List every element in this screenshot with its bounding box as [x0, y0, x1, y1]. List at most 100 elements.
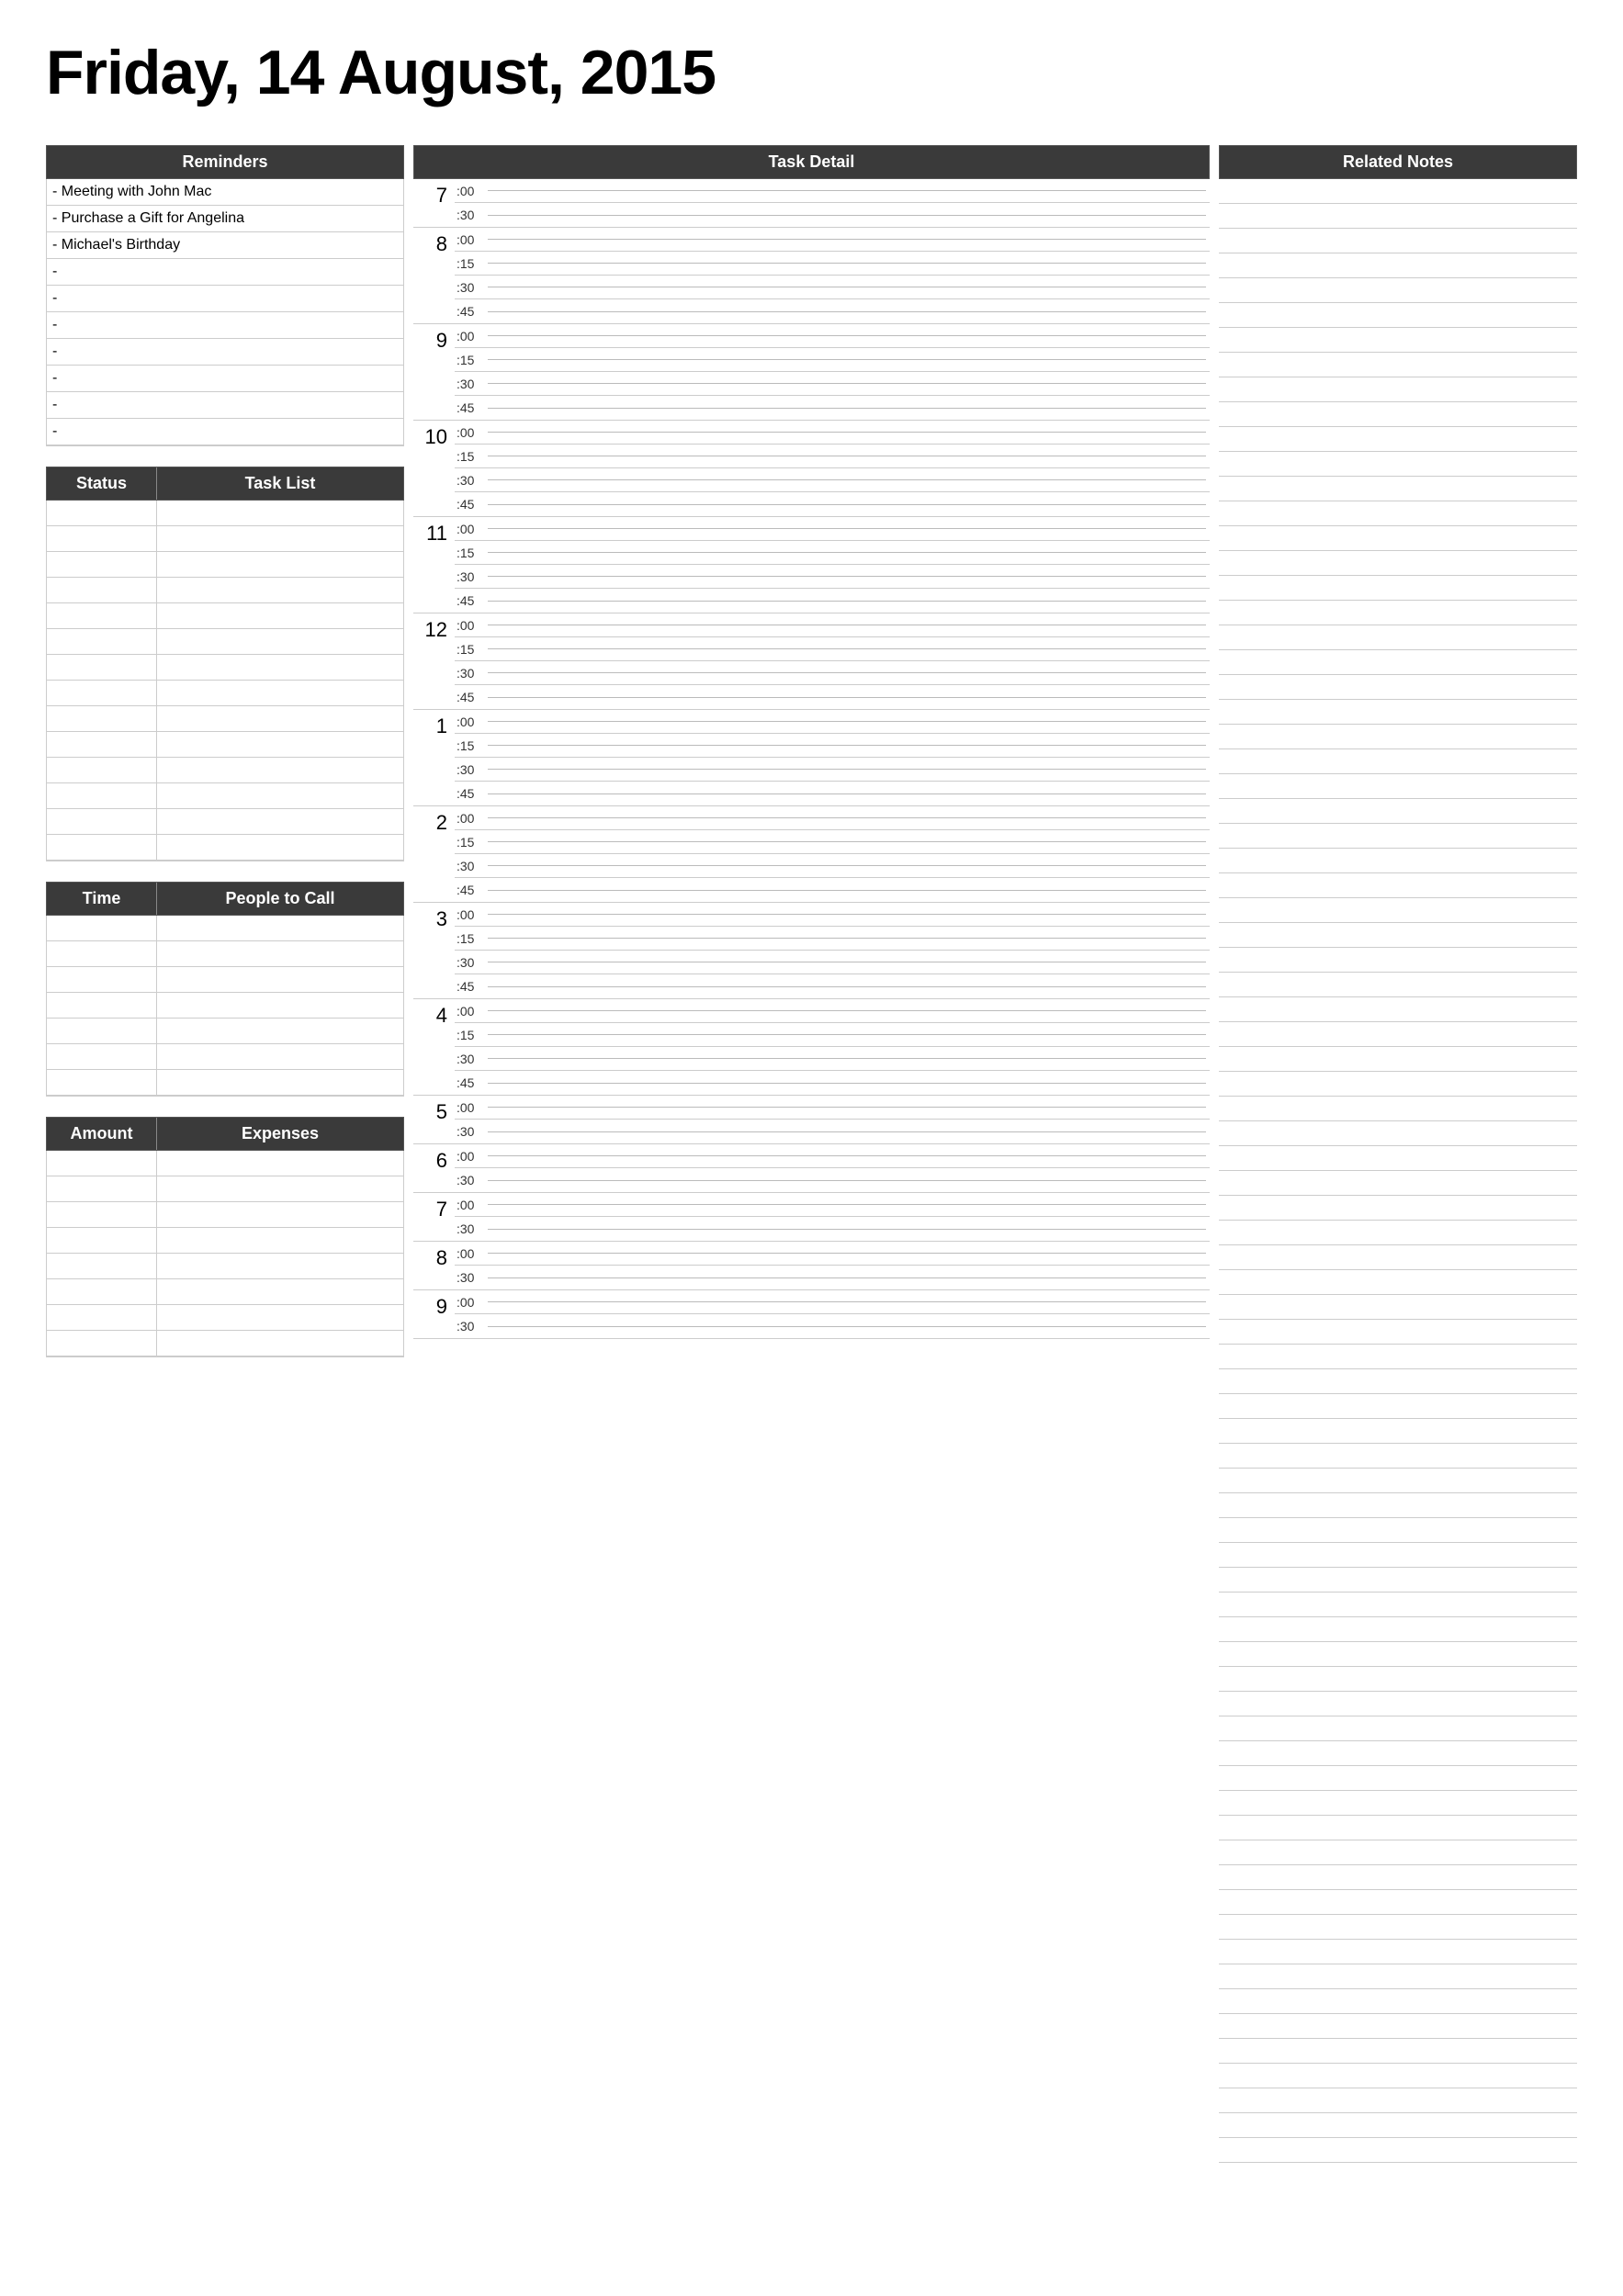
hour-label: 1	[413, 710, 455, 805]
minute-label: :00	[455, 1246, 488, 1261]
tasklist-row	[47, 603, 403, 629]
expense-row	[47, 1254, 403, 1279]
minute-label: :30	[455, 859, 488, 873]
call-rows	[46, 916, 404, 1097]
time-slot-row: :00	[455, 1144, 1210, 1168]
time-slot-row: :00	[455, 421, 1210, 445]
detail-line	[488, 311, 1206, 312]
hour-label: 8	[413, 1242, 455, 1289]
hour-label: 6	[413, 1144, 455, 1192]
tasklist-row	[47, 706, 403, 732]
time-slot-row: :15	[455, 734, 1210, 758]
time-slots: :00:30	[455, 179, 1210, 227]
time-slot-row: :15	[455, 445, 1210, 468]
time-slots: :00:30	[455, 1144, 1210, 1192]
note-line	[1219, 2014, 1577, 2039]
note-line	[1219, 1444, 1577, 1469]
time-slots: :00 :15:30 :45	[455, 421, 1210, 516]
expenses-amount-header: Amount	[47, 1118, 157, 1150]
minute-label: :00	[455, 1100, 488, 1115]
detail-line	[488, 528, 1206, 529]
time-slot-group: 9:00:30	[413, 1290, 1210, 1339]
expense-row	[47, 1279, 403, 1305]
time-slot-group: 6:00:30	[413, 1144, 1210, 1193]
note-line	[1219, 997, 1577, 1022]
tasklist-row	[47, 501, 403, 526]
detail-line	[488, 239, 1206, 240]
minute-label: :45	[455, 786, 488, 801]
time-slot-group: 8:00:15:30:45	[413, 228, 1210, 324]
detail-line	[488, 817, 1206, 818]
time-slot-row: :30	[455, 951, 1210, 974]
note-line	[1219, 1245, 1577, 1270]
tasklist-row	[47, 655, 403, 681]
note-line	[1219, 477, 1577, 501]
minute-label: :15	[455, 738, 488, 753]
time-slot-group: 8:00 :30	[413, 1242, 1210, 1290]
time-slot-group: 11:00:15:30:45	[413, 517, 1210, 613]
tasklist-row	[47, 732, 403, 758]
minute-label: :00	[455, 425, 488, 440]
call-header: Time People to Call	[46, 882, 404, 916]
call-row	[47, 916, 403, 941]
detail-line	[488, 432, 1206, 433]
reminder-row: -	[47, 419, 403, 445]
minute-label: :15	[455, 1028, 488, 1042]
time-slots: :00:15:30:45	[455, 613, 1210, 709]
hour-label: 2	[413, 806, 455, 902]
time-slot-row: :00	[455, 613, 1210, 637]
note-line	[1219, 1865, 1577, 1890]
reminder-row: -	[47, 392, 403, 419]
minute-label: :45	[455, 497, 488, 512]
note-line	[1219, 625, 1577, 650]
minute-label: :30	[455, 1270, 488, 1285]
note-line	[1219, 2088, 1577, 2113]
reminder-row: -	[47, 339, 403, 366]
note-line	[1219, 1072, 1577, 1097]
time-slot-row: :30	[455, 468, 1210, 492]
minute-label: :15	[455, 642, 488, 657]
note-line	[1219, 1146, 1577, 1171]
note-line	[1219, 377, 1577, 402]
expenses-header: Amount Expenses	[46, 1117, 404, 1151]
time-slot-row: :30	[455, 565, 1210, 589]
detail-line	[488, 938, 1206, 939]
time-slot-row: :30	[455, 1168, 1210, 1192]
note-line	[1219, 1989, 1577, 2014]
time-slot-row: :30	[455, 1047, 1210, 1071]
tasklist-row	[47, 629, 403, 655]
time-slot-row: :30	[455, 1266, 1210, 1289]
minute-label: :00	[455, 184, 488, 198]
detail-line	[488, 1253, 1206, 1254]
minute-label: :15	[455, 835, 488, 850]
note-line	[1219, 2138, 1577, 2163]
call-row	[47, 1044, 403, 1070]
reminders-section: Reminders - Meeting with John Mac- Purch…	[46, 145, 404, 446]
minute-label: :30	[455, 280, 488, 295]
time-slots: :00 :30	[455, 1096, 1210, 1143]
reminders-list: - Meeting with John Mac- Purchase a Gift…	[46, 179, 404, 446]
minute-label: :00	[455, 329, 488, 343]
note-line	[1219, 774, 1577, 799]
minute-label: :45	[455, 690, 488, 704]
note-line	[1219, 1692, 1577, 1716]
note-line	[1219, 427, 1577, 452]
tasklist-row	[47, 758, 403, 783]
note-line	[1219, 2039, 1577, 2064]
note-line	[1219, 229, 1577, 253]
detail-line	[488, 745, 1206, 746]
reminder-row: - Meeting with John Mac	[47, 179, 403, 206]
note-line	[1219, 501, 1577, 526]
minute-label: :30	[455, 1124, 488, 1139]
note-line	[1219, 1791, 1577, 1816]
detail-line	[488, 648, 1206, 649]
detail-line	[488, 1229, 1206, 1230]
note-line	[1219, 576, 1577, 601]
hour-label: 4	[413, 999, 455, 1095]
detail-line	[488, 1058, 1206, 1059]
detail-line	[488, 865, 1206, 866]
time-slot-group: 12:00:15:30:45	[413, 613, 1210, 710]
reminder-row: -	[47, 312, 403, 339]
hour-label: 9	[413, 324, 455, 420]
hour-label: 7	[413, 1193, 455, 1241]
